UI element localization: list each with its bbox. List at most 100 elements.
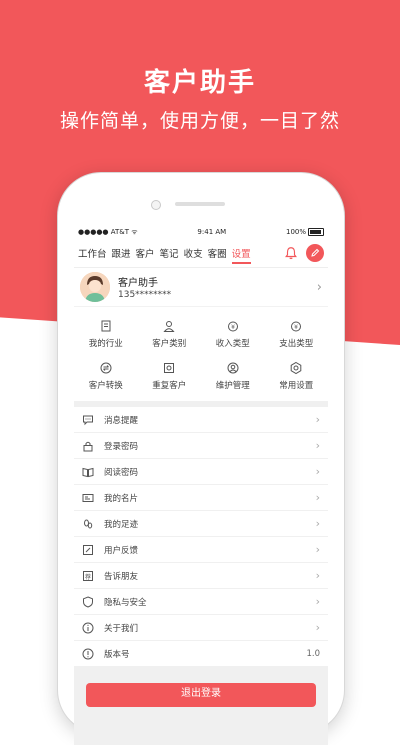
list-item-label: 关于我们 [104,623,139,634]
grid-item-customer-category[interactable]: 客户类别 [138,313,202,355]
app-screen: ●●●●● AT&T ᯤ 9:41 AM 100% 工作台 跟进 客户 笔记 收… [74,225,328,745]
grid-item-maintenance[interactable]: 维护管理 [201,355,265,397]
chevron-right-icon: › [315,621,320,634]
tab-notes[interactable]: 笔记 [160,242,179,264]
tab-workbench[interactable]: 工作台 [78,242,107,264]
list-item-privacy-security[interactable]: 隐私与安全 › [74,589,328,615]
chevron-right-icon: › [315,595,320,608]
list-item-my-card[interactable]: 我的名片 › [74,485,328,511]
maintain-icon [227,362,239,374]
list-item-label: 消息提醒 [104,415,139,426]
chevron-right-icon: › [315,413,320,426]
info-icon [82,622,94,633]
battery-status: 100% [286,228,324,236]
logout-button[interactable]: 退出登录 [86,683,316,707]
status-bar: ●●●●● AT&T ᯤ 9:41 AM 100% [74,225,328,239]
list-item-label: 用户反馈 [104,545,139,556]
grid-label: 客户转换 [88,381,123,391]
clock: 9:41 AM [197,228,227,236]
lock-icon [83,441,93,451]
grid-item-expense-type[interactable]: ¥ 支出类型 [265,313,329,355]
settings-list: 消息提醒 › 登录密码 › 阅读密码 › 我的名片 › 我的足迹 › 用户反馈 … [74,407,328,667]
reading-icon [82,467,94,477]
chevron-right-icon: › [315,439,320,452]
book-icon [101,320,111,332]
settings-grid: 我的行业 客户类别 ¥ 收入类型 ¥ 支出类型 客户转换 重复客户 维护管理 常… [74,306,328,401]
chevron-right-icon: › [315,517,320,530]
grid-label: 客户类别 [152,339,187,349]
hero-subtitle: 操作简单，使用方便，一目了然 [59,110,340,132]
shield-icon [83,595,93,608]
chevron-right-icon: › [316,279,322,295]
chevron-right-icon: › [315,465,320,478]
carrier-label: ●●●●● AT&T ᯤ [78,227,138,236]
list-item-label: 隐私与安全 [104,597,147,608]
settings-icon [290,361,302,375]
tab-settings[interactable]: 设置 [231,242,251,264]
expense-icon: ¥ [291,321,302,332]
list-item-about-us[interactable]: 关于我们 › [74,615,328,641]
list-item-label: 我的名片 [104,493,139,504]
list-item-label: 我的足迹 [104,519,139,530]
chevron-right-icon: › [315,491,320,504]
tab-circle[interactable]: 客圈 [208,242,227,264]
duplicate-icon [164,363,175,373]
grid-label: 常用设置 [279,381,314,391]
phone-frame: ●●●●● AT&T ᯤ 9:41 AM 100% 工作台 跟进 客户 笔记 收… [57,172,345,745]
person-icon [163,321,175,332]
list-item-login-password[interactable]: 登录密码 › [74,433,328,459]
edit-button[interactable] [306,244,324,262]
list-item-reading-password[interactable]: 阅读密码 › [74,459,328,485]
list-item-tell-friends[interactable]: 荐 告诉朋友 › [74,563,328,589]
grid-label: 支出类型 [279,339,314,349]
pencil-icon [311,248,320,257]
svg-text:¥: ¥ [231,324,235,331]
transfer-icon [100,362,112,374]
grid-item-industry[interactable]: 我的行业 [74,313,138,355]
speaker-grille [175,202,225,206]
list-item-my-footprint[interactable]: 我的足迹 › [74,511,328,537]
list-item-label: 登录密码 [104,441,139,452]
list-item-label: 告诉朋友 [104,571,139,582]
tab-actions [284,244,324,262]
alert-icon [82,648,94,659]
profile-card[interactable]: 客户助手 135******** › [74,268,328,306]
svg-text:荐: 荐 [85,572,91,580]
grid-item-income-type[interactable]: ¥ 收入类型 [201,313,265,355]
version-value: 1.0 [306,648,320,659]
card-icon [82,493,94,502]
grid-item-customer-transfer[interactable]: 客户转换 [74,355,138,397]
footprint-icon [84,519,93,528]
tab-follow-up[interactable]: 跟进 [112,242,131,264]
profile-name: 客户助手 [118,278,158,289]
list-item-message-reminder[interactable]: 消息提醒 › [74,407,328,433]
feedback-icon [83,544,93,555]
grid-label: 我的行业 [88,339,123,349]
top-tab-bar: 工作台 跟进 客户 笔记 收支 客圈 设置 [74,239,328,268]
bell-icon[interactable] [284,246,298,260]
battery-label: 100% [285,228,306,236]
message-icon [83,415,93,425]
list-item-user-feedback[interactable]: 用户反馈 › [74,537,328,563]
list-item-version: 版本号 1.0 [74,641,328,667]
grid-label: 维护管理 [215,381,250,391]
chevron-right-icon: › [315,543,320,556]
profile-phone: 135******** [118,290,172,300]
share-icon: 荐 [83,570,93,581]
camera-icon [151,200,161,210]
hero-title: 客户助手 [143,68,256,98]
svg-text:¥: ¥ [294,324,298,331]
grid-item-common-settings[interactable]: 常用设置 [265,355,329,397]
tab-customers[interactable]: 客户 [136,242,155,264]
avatar-image [80,272,110,302]
avatar [80,272,110,302]
battery-icon [308,228,324,236]
chevron-right-icon: › [315,569,320,582]
grid-item-duplicate-customer[interactable]: 重复客户 [138,355,202,397]
grid-label: 重复客户 [152,381,187,391]
version-label: 版本号 [104,649,130,660]
list-item-label: 阅读密码 [104,467,139,478]
grid-label: 收入类型 [215,339,250,349]
income-icon: ¥ [227,321,238,332]
tab-finance[interactable]: 收支 [184,242,203,264]
